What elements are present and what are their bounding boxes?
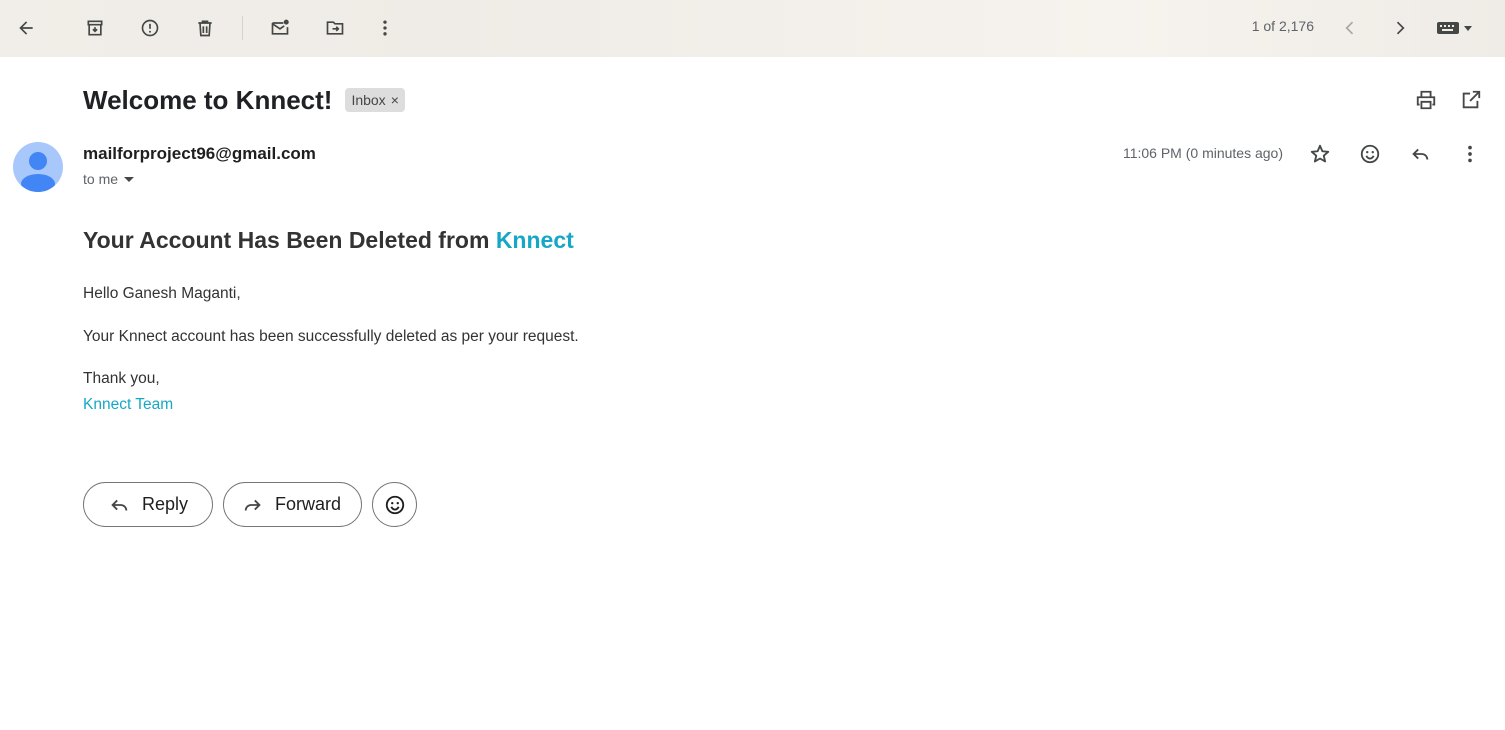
star-icon: [1310, 144, 1330, 163]
inbox-label-chip: Inbox ×: [345, 88, 405, 112]
label-name: Inbox: [351, 92, 386, 108]
chevron-left-icon: [1345, 21, 1354, 35]
printer-icon: [1416, 90, 1436, 110]
message-toolbar: 1 of 2,176: [0, 0, 1505, 57]
forward-button[interactable]: Forward: [223, 482, 362, 527]
sender-avatar[interactable]: [13, 142, 63, 192]
star-button[interactable]: [1303, 137, 1337, 171]
message-more-button[interactable]: [1453, 137, 1487, 171]
forward-label: Forward: [275, 494, 342, 514]
report-spam-button[interactable]: [131, 9, 169, 47]
body-heading: Your Account Has Been Deleted from Knnec…: [83, 227, 983, 254]
recipient-details[interactable]: to me: [83, 171, 135, 187]
subject-row: Welcome to Knnect! Inbox ×: [83, 83, 405, 117]
sender-email[interactable]: mailforproject96@gmail.com: [83, 144, 316, 164]
open-in-new-icon: [1462, 90, 1481, 109]
keyboard-icon: [1437, 22, 1472, 34]
reply-label: Reply: [142, 494, 189, 514]
mark-unread-button[interactable]: [261, 9, 299, 47]
greeting-text: Hello Ganesh Maganti,: [83, 285, 241, 302]
input-tools-button[interactable]: [1430, 9, 1482, 47]
move-to-button[interactable]: [316, 9, 354, 47]
email-body: Your Account Has Been Deleted from Knnec…: [83, 227, 983, 413]
emoji-icon: [385, 495, 404, 514]
body-paragraph: Your Knnect account has been successfull…: [83, 328, 579, 345]
email-subject: Welcome to Knnect!: [83, 84, 333, 115]
chevron-right-icon: [1396, 21, 1405, 35]
signature-text: Knnect Team: [83, 396, 174, 413]
forward-icon: [244, 499, 261, 511]
add-reaction-button[interactable]: [1353, 137, 1387, 171]
remove-label-button[interactable]: ×: [391, 92, 399, 108]
emoji-reaction-button[interactable]: [372, 482, 417, 527]
mark-unread-icon: [271, 19, 289, 35]
newer-button[interactable]: [1331, 9, 1369, 47]
report-spam-icon: [141, 19, 159, 37]
reply-icon-button[interactable]: [1403, 137, 1437, 171]
recipient-text: to me: [83, 171, 119, 187]
toolbar-divider: [242, 16, 243, 40]
archive-icon: [87, 20, 103, 36]
person-icon: [21, 152, 55, 192]
heading-brand: Knnect: [495, 227, 574, 253]
pager-count: 1 of 2,176: [1251, 18, 1314, 34]
message-timestamp: 11:06 PM (0 minutes ago): [1122, 145, 1283, 161]
back-button[interactable]: [7, 9, 45, 47]
reply-button[interactable]: Reply: [83, 482, 213, 527]
print-all-button[interactable]: [1409, 83, 1443, 117]
reply-icon: [1412, 148, 1429, 160]
closing-text: Thank you,: [83, 370, 160, 387]
delete-button[interactable]: [186, 9, 224, 47]
trash-icon: [198, 20, 212, 37]
archive-button[interactable]: [76, 9, 114, 47]
heading-text: Your Account Has Been Deleted from: [83, 227, 496, 253]
more-vertical-icon: [383, 20, 387, 36]
more-vertical-icon: [1468, 145, 1472, 163]
reply-icon: [111, 499, 128, 511]
arrow-left-icon: [19, 21, 33, 35]
older-button[interactable]: [1381, 9, 1419, 47]
caret-down-icon: [124, 177, 135, 182]
emoji-icon: [1360, 144, 1380, 164]
move-to-folder-icon: [326, 21, 344, 35]
open-new-window-button[interactable]: [1454, 83, 1488, 117]
more-options-button[interactable]: [366, 9, 404, 47]
